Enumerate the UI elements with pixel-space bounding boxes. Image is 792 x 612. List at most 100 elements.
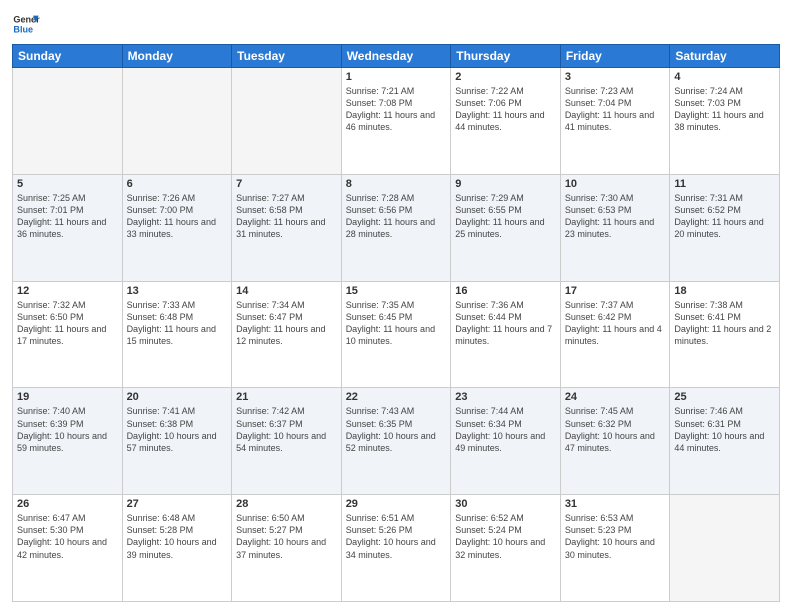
day-number: 14 bbox=[236, 285, 337, 297]
day-number: 12 bbox=[17, 285, 118, 297]
day-info: Sunrise: 7:30 AMSunset: 6:53 PMDaylight:… bbox=[565, 192, 666, 241]
day-number: 24 bbox=[565, 391, 666, 403]
day-number: 15 bbox=[346, 285, 447, 297]
calendar-cell: 25Sunrise: 7:46 AMSunset: 6:31 PMDayligh… bbox=[670, 388, 780, 495]
calendar-table: SundayMondayTuesdayWednesdayThursdayFrid… bbox=[12, 44, 780, 602]
calendar-cell: 26 Sunrise: 6:47 AMSunset: 5:30 PMDayligh… bbox=[13, 495, 123, 602]
day-info: Sunrise: 7:31 AMSunset: 6:52 PMDaylight:… bbox=[674, 192, 775, 241]
calendar-cell: 15 Sunrise: 7:35 AMSunset: 6:45 PMDayligh… bbox=[341, 281, 451, 388]
weekday-header-friday: Friday bbox=[560, 45, 670, 68]
calendar-cell: 17 Sunrise: 7:37 AMSunset: 6:42 PMDayligh… bbox=[560, 281, 670, 388]
day-number: 17 bbox=[565, 285, 666, 297]
day-number: 13 bbox=[127, 285, 228, 297]
header: General Blue bbox=[12, 10, 780, 38]
day-number: 1 bbox=[346, 71, 447, 83]
day-number: 8 bbox=[346, 178, 447, 190]
day-number: 18 bbox=[674, 285, 775, 297]
weekday-header-tuesday: Tuesday bbox=[232, 45, 342, 68]
weekday-header-thursday: Thursday bbox=[451, 45, 561, 68]
day-info: Sunrise: 6:50 AMSunset: 5:27 PMDaylight:… bbox=[236, 512, 337, 561]
week-row-4: 19Sunrise: 7:40 AMSunset: 6:39 PMDayligh… bbox=[13, 388, 780, 495]
weekday-header-wednesday: Wednesday bbox=[341, 45, 451, 68]
day-number: 21 bbox=[236, 391, 337, 403]
week-row-1: 1 Sunrise: 7:21 AMSunset: 7:08 PMDaylight… bbox=[13, 68, 780, 175]
day-number: 23 bbox=[455, 391, 556, 403]
day-number: 5 bbox=[17, 178, 118, 190]
calendar-cell: 21 Sunrise: 7:42 AMSunset: 6:37 PMDayligh… bbox=[232, 388, 342, 495]
calendar-cell: 9 Sunrise: 7:29 AMSunset: 6:55 PMDaylight… bbox=[451, 174, 561, 281]
calendar-cell: 27Sunrise: 6:48 AMSunset: 5:28 PMDayligh… bbox=[122, 495, 232, 602]
day-number: 30 bbox=[455, 498, 556, 510]
day-info: Sunrise: 7:32 AMSunset: 6:50 PMDaylight:… bbox=[17, 299, 118, 348]
day-number: 20 bbox=[127, 391, 228, 403]
weekday-header-monday: Monday bbox=[122, 45, 232, 68]
day-info: Sunrise: 7:23 AMSunset: 7:04 PMDaylight:… bbox=[565, 85, 666, 134]
day-info: Sunrise: 7:42 AMSunset: 6:37 PMDaylight:… bbox=[236, 405, 337, 454]
day-info: Sunrise: 7:29 AMSunset: 6:55 PMDaylight:… bbox=[455, 192, 556, 241]
day-info: Sunrise: 6:51 AMSunset: 5:26 PMDaylight:… bbox=[346, 512, 447, 561]
day-info: Sunrise: 6:52 AMSunset: 5:24 PMDaylight:… bbox=[455, 512, 556, 561]
day-info: Sunrise: 7:35 AMSunset: 6:45 PMDaylight:… bbox=[346, 299, 447, 348]
day-number: 7 bbox=[236, 178, 337, 190]
calendar-cell bbox=[13, 68, 123, 175]
week-row-5: 26 Sunrise: 6:47 AMSunset: 5:30 PMDayligh… bbox=[13, 495, 780, 602]
day-info: Sunrise: 7:21 AMSunset: 7:08 PMDaylight:… bbox=[346, 85, 447, 134]
day-number: 27 bbox=[127, 498, 228, 510]
calendar-cell: 12 Sunrise: 7:32 AMSunset: 6:50 PMDayligh… bbox=[13, 281, 123, 388]
calendar-cell: 24Sunrise: 7:45 AMSunset: 6:32 PMDayligh… bbox=[560, 388, 670, 495]
day-number: 11 bbox=[674, 178, 775, 190]
day-info: Sunrise: 7:25 AMSunset: 7:01 PMDaylight:… bbox=[17, 192, 118, 241]
day-number: 2 bbox=[455, 71, 556, 83]
day-info: Sunrise: 7:24 AMSunset: 7:03 PMDaylight:… bbox=[674, 85, 775, 134]
calendar-cell: 18 Sunrise: 7:38 AMSunset: 6:41 PMDayligh… bbox=[670, 281, 780, 388]
day-info: Sunrise: 7:36 AMSunset: 6:44 PMDaylight:… bbox=[455, 299, 556, 348]
calendar-cell: 11 Sunrise: 7:31 AMSunset: 6:52 PMDayligh… bbox=[670, 174, 780, 281]
logo-icon: General Blue bbox=[12, 10, 40, 38]
calendar-cell: 13Sunrise: 7:33 AMSunset: 6:48 PMDayligh… bbox=[122, 281, 232, 388]
calendar-cell: 7Sunrise: 7:27 AMSunset: 6:58 PMDaylight… bbox=[232, 174, 342, 281]
weekday-header-row: SundayMondayTuesdayWednesdayThursdayFrid… bbox=[13, 45, 780, 68]
day-info: Sunrise: 6:53 AMSunset: 5:23 PMDaylight:… bbox=[565, 512, 666, 561]
calendar-cell: 16 Sunrise: 7:36 AMSunset: 6:44 PMDayligh… bbox=[451, 281, 561, 388]
calendar-cell: 23 Sunrise: 7:44 AMSunset: 6:34 PMDayligh… bbox=[451, 388, 561, 495]
day-info: Sunrise: 7:37 AMSunset: 6:42 PMDaylight:… bbox=[565, 299, 666, 348]
calendar-cell: 2Sunrise: 7:22 AMSunset: 7:06 PMDaylight… bbox=[451, 68, 561, 175]
day-number: 29 bbox=[346, 498, 447, 510]
calendar-cell: 10 Sunrise: 7:30 AMSunset: 6:53 PMDayligh… bbox=[560, 174, 670, 281]
calendar-cell: 1 Sunrise: 7:21 AMSunset: 7:08 PMDaylight… bbox=[341, 68, 451, 175]
day-number: 3 bbox=[565, 71, 666, 83]
calendar-cell: 3 Sunrise: 7:23 AMSunset: 7:04 PMDaylight… bbox=[560, 68, 670, 175]
logo: General Blue bbox=[12, 10, 40, 38]
day-number: 28 bbox=[236, 498, 337, 510]
svg-text:Blue: Blue bbox=[13, 24, 33, 34]
day-info: Sunrise: 7:43 AMSunset: 6:35 PMDaylight:… bbox=[346, 405, 447, 454]
calendar-cell bbox=[232, 68, 342, 175]
day-number: 4 bbox=[674, 71, 775, 83]
day-number: 16 bbox=[455, 285, 556, 297]
calendar-cell: 5 Sunrise: 7:25 AMSunset: 7:01 PMDaylight… bbox=[13, 174, 123, 281]
day-info: Sunrise: 7:26 AMSunset: 7:00 PMDaylight:… bbox=[127, 192, 228, 241]
calendar-cell: 22 Sunrise: 7:43 AMSunset: 6:35 PMDayligh… bbox=[341, 388, 451, 495]
calendar-cell bbox=[670, 495, 780, 602]
day-number: 26 bbox=[17, 498, 118, 510]
day-info: Sunrise: 7:34 AMSunset: 6:47 PMDaylight:… bbox=[236, 299, 337, 348]
day-number: 6 bbox=[127, 178, 228, 190]
calendar-cell bbox=[122, 68, 232, 175]
weekday-header-saturday: Saturday bbox=[670, 45, 780, 68]
page: General Blue SundayMondayTuesdayWednesda… bbox=[0, 0, 792, 612]
day-number: 22 bbox=[346, 391, 447, 403]
day-number: 10 bbox=[565, 178, 666, 190]
day-number: 25 bbox=[674, 391, 775, 403]
day-info: Sunrise: 7:41 AMSunset: 6:38 PMDaylight:… bbox=[127, 405, 228, 454]
day-number: 19 bbox=[17, 391, 118, 403]
day-info: Sunrise: 7:28 AMSunset: 6:56 PMDaylight:… bbox=[346, 192, 447, 241]
day-info: Sunrise: 7:38 AMSunset: 6:41 PMDaylight:… bbox=[674, 299, 775, 348]
day-info: Sunrise: 6:47 AMSunset: 5:30 PMDaylight:… bbox=[17, 512, 118, 561]
calendar-cell: 20 Sunrise: 7:41 AMSunset: 6:38 PMDayligh… bbox=[122, 388, 232, 495]
calendar-cell: 28 Sunrise: 6:50 AMSunset: 5:27 PMDayligh… bbox=[232, 495, 342, 602]
week-row-3: 12 Sunrise: 7:32 AMSunset: 6:50 PMDayligh… bbox=[13, 281, 780, 388]
calendar-cell: 8 Sunrise: 7:28 AMSunset: 6:56 PMDaylight… bbox=[341, 174, 451, 281]
day-number: 9 bbox=[455, 178, 556, 190]
calendar-cell: 19Sunrise: 7:40 AMSunset: 6:39 PMDayligh… bbox=[13, 388, 123, 495]
day-info: Sunrise: 7:44 AMSunset: 6:34 PMDaylight:… bbox=[455, 405, 556, 454]
